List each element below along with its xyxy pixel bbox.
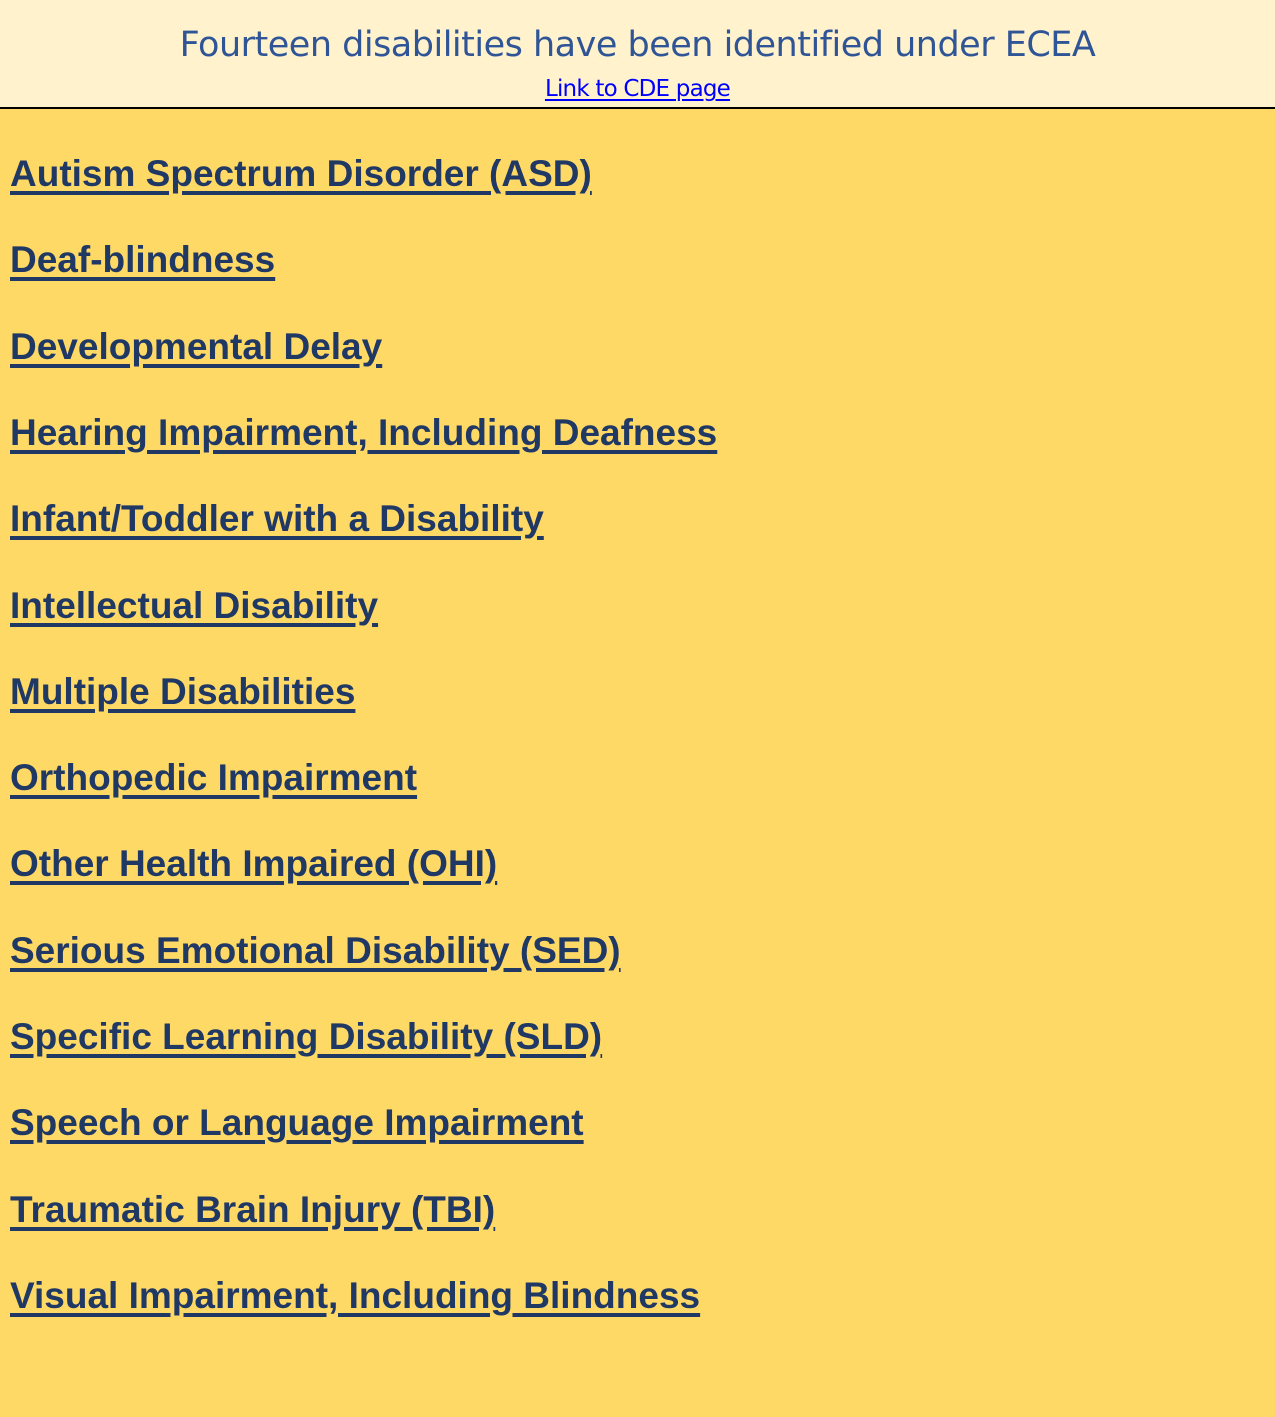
- cde-page-link[interactable]: Link to CDE page: [545, 76, 731, 102]
- disability-link-developmental-delay[interactable]: Developmental Delay: [10, 325, 382, 369]
- disability-link-infant-toddler[interactable]: Infant/Toddler with a Disability: [10, 497, 544, 541]
- page-title: Fourteen disabilities have been identifi…: [179, 25, 1096, 65]
- disability-link-hearing-impairment[interactable]: Hearing Impairment, Including Deafness: [10, 411, 717, 455]
- disability-link-sld[interactable]: Specific Learning Disability (SLD): [10, 1015, 602, 1059]
- cde-link-container: Link to CDE page: [0, 74, 1275, 104]
- disability-link-tbi[interactable]: Traumatic Brain Injury (TBI): [10, 1188, 495, 1232]
- disability-link-speech-language[interactable]: Speech or Language Impairment: [10, 1101, 584, 1145]
- disability-link-intellectual-disability[interactable]: Intellectual Disability: [10, 584, 378, 628]
- disability-link-orthopedic-impairment[interactable]: Orthopedic Impairment: [10, 756, 417, 800]
- disability-link-visual-impairment[interactable]: Visual Impairment, Including Blindness: [10, 1274, 700, 1318]
- disability-link-sed[interactable]: Serious Emotional Disability (SED): [10, 929, 621, 973]
- disability-link-multiple-disabilities[interactable]: Multiple Disabilities: [10, 670, 355, 714]
- disability-link-asd[interactable]: Autism Spectrum Disorder (ASD): [10, 152, 592, 196]
- disability-link-deaf-blindness[interactable]: Deaf-blindness: [10, 238, 275, 282]
- disability-link-ohi[interactable]: Other Health Impaired (OHI): [10, 842, 497, 886]
- page-header: Fourteen disabilities have been identifi…: [0, 0, 1275, 109]
